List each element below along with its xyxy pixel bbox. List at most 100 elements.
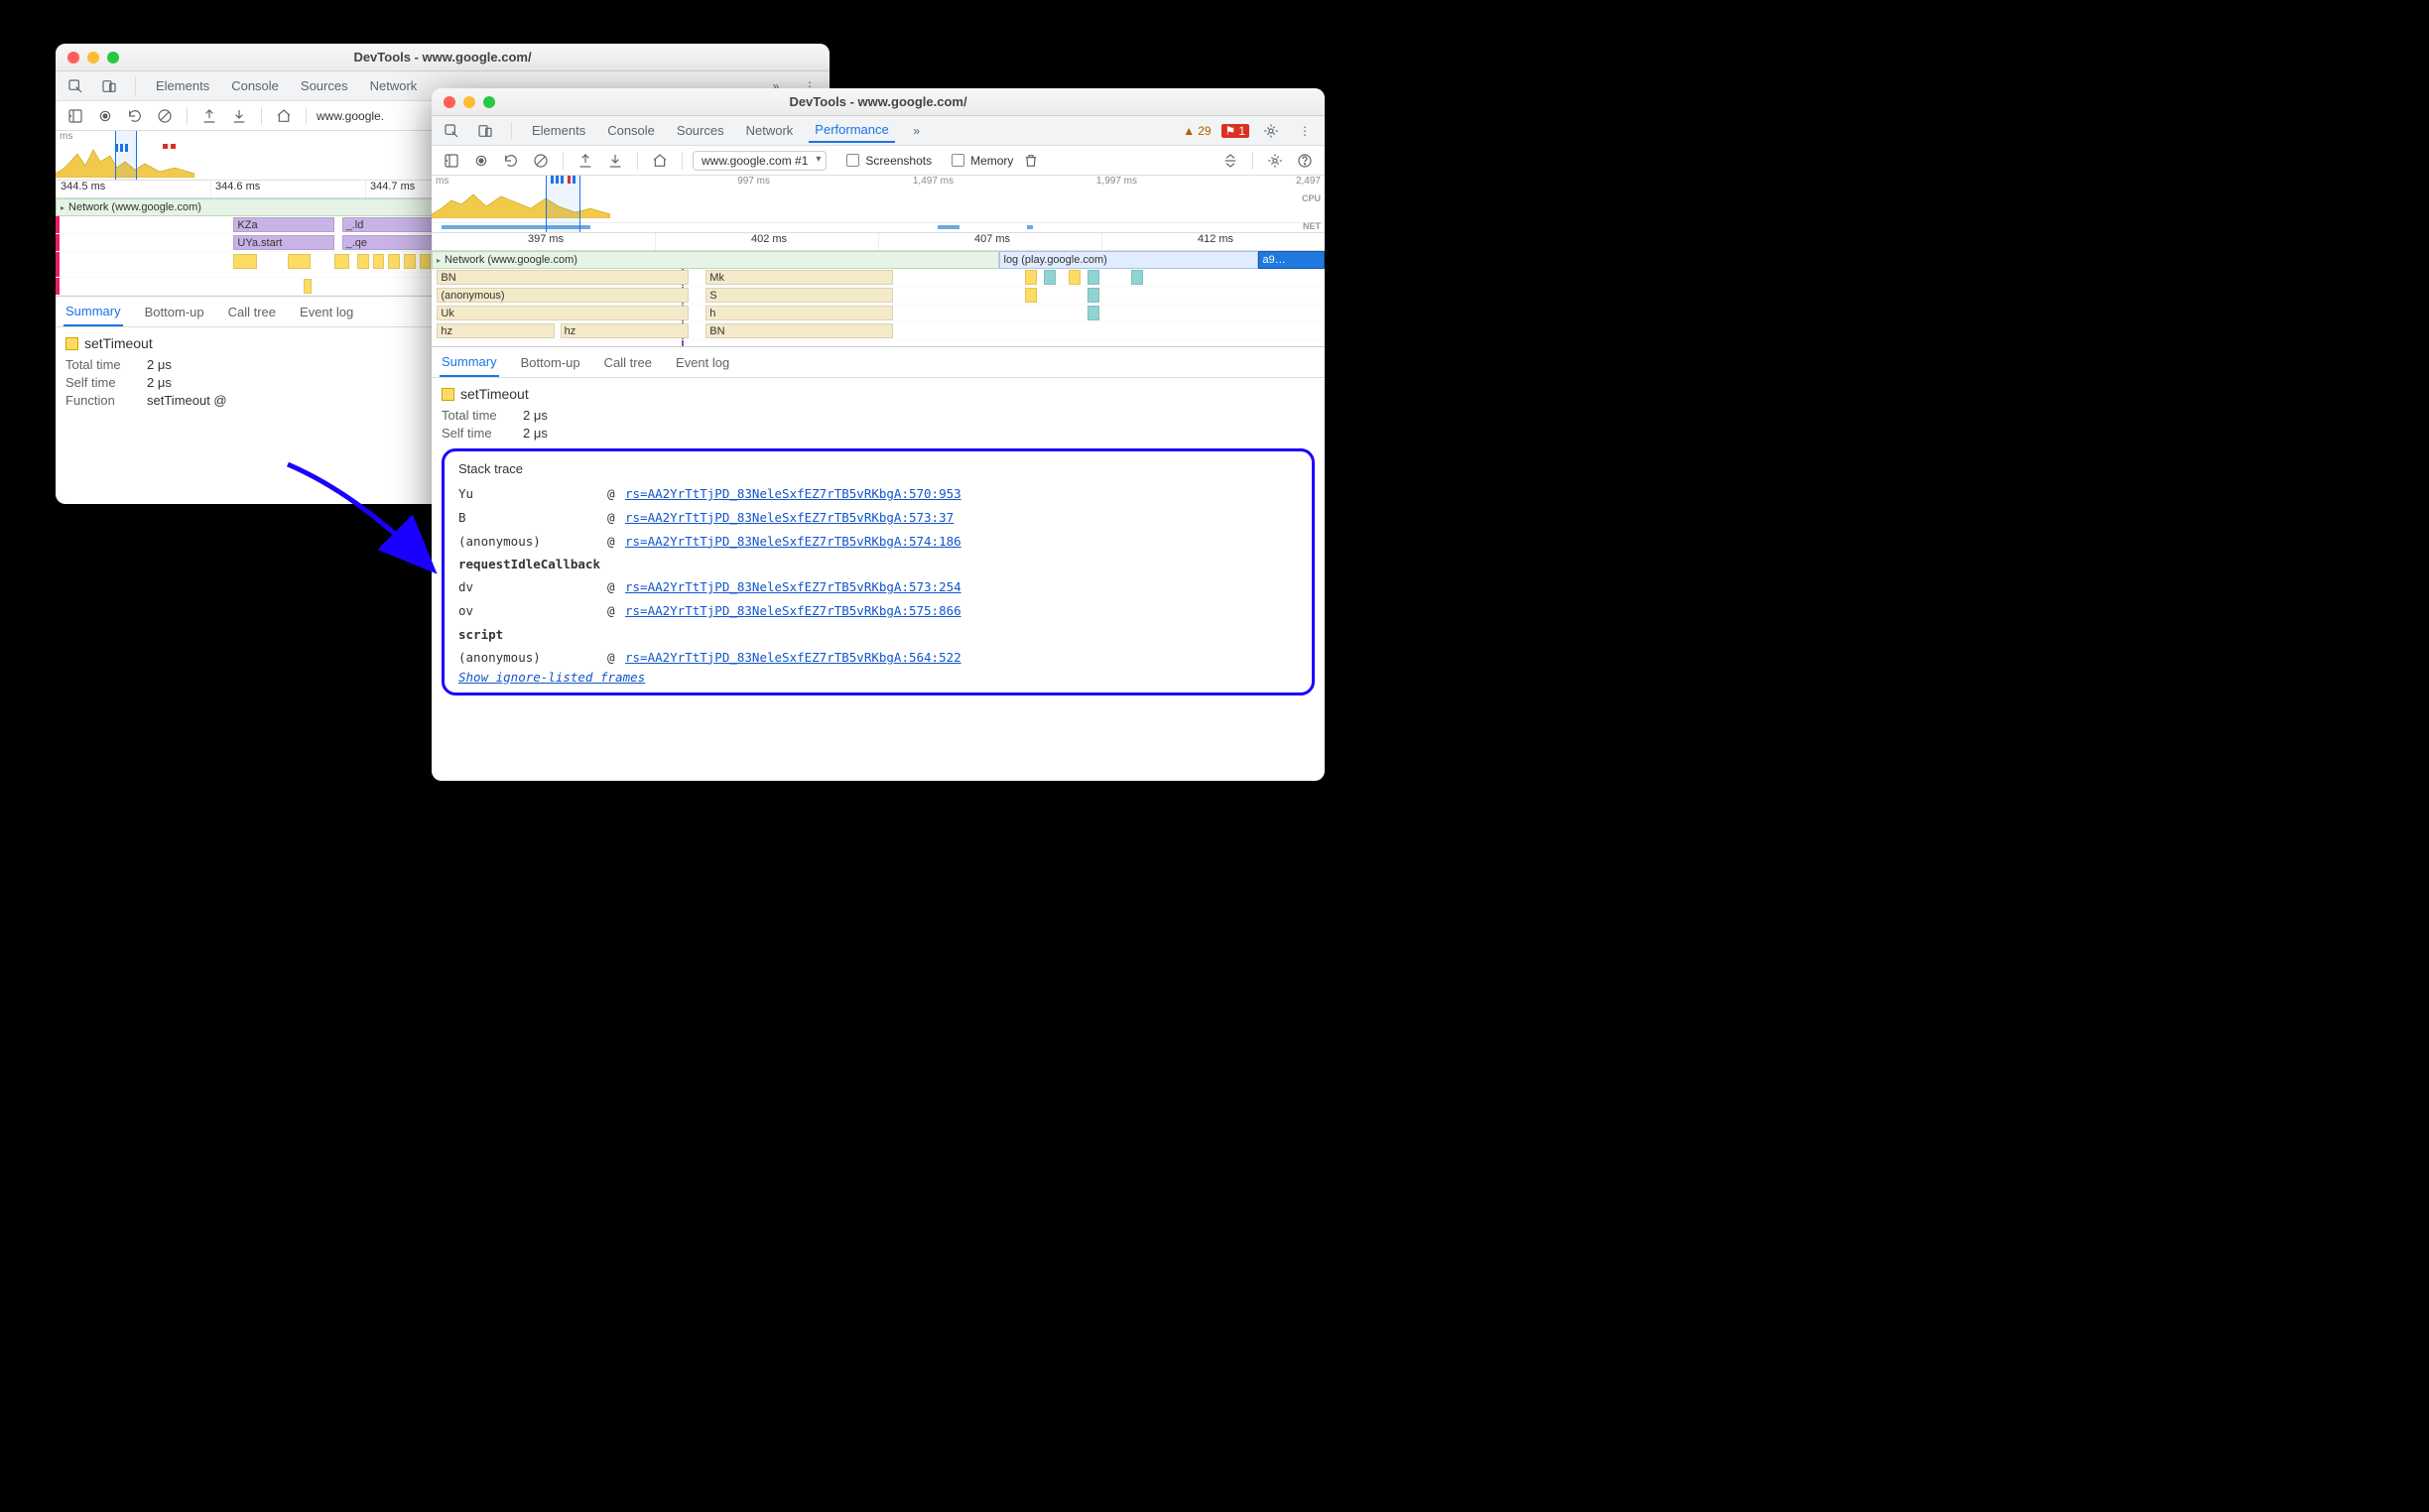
record-icon[interactable] xyxy=(469,149,493,173)
tab-network[interactable]: Network xyxy=(364,74,424,97)
reload-icon[interactable] xyxy=(123,104,147,128)
flame-block[interactable] xyxy=(233,254,256,269)
minimize-icon[interactable] xyxy=(463,96,475,108)
upload-icon[interactable] xyxy=(574,149,597,173)
network-lane[interactable]: ▸Network (www.google.com) xyxy=(432,251,999,269)
clear-icon[interactable] xyxy=(529,149,553,173)
flame-block[interactable] xyxy=(304,279,312,294)
stack-trace-title: Stack trace xyxy=(458,461,1298,476)
tick: 2,497 xyxy=(1141,176,1325,188)
dtab-eventlog[interactable]: Event log xyxy=(674,349,731,376)
home-icon[interactable] xyxy=(648,149,672,173)
flame-block[interactable] xyxy=(288,254,311,269)
inspect-icon[interactable] xyxy=(440,119,463,143)
screenshots-checkbox[interactable] xyxy=(846,154,859,167)
flame-block[interactable] xyxy=(420,254,432,269)
close-icon[interactable] xyxy=(67,52,79,63)
event-name: setTimeout xyxy=(84,335,153,351)
flame-block[interactable] xyxy=(1069,270,1082,285)
dtab-calltree[interactable]: Call tree xyxy=(602,349,654,376)
gear-icon[interactable] xyxy=(1263,149,1287,173)
minimize-icon[interactable] xyxy=(87,52,99,63)
flame-block[interactable] xyxy=(357,254,369,269)
flame-block[interactable] xyxy=(404,254,416,269)
home-icon[interactable] xyxy=(272,104,296,128)
trash-icon[interactable] xyxy=(1019,149,1043,173)
help-icon[interactable] xyxy=(1293,149,1317,173)
dtab-summary[interactable]: Summary xyxy=(440,348,499,377)
tab-sources[interactable]: Sources xyxy=(295,74,354,97)
zoom-icon[interactable] xyxy=(483,96,495,108)
flame-block[interactable]: KZa xyxy=(233,217,333,232)
flame-block[interactable] xyxy=(1131,270,1144,285)
flame-block[interactable]: BN xyxy=(437,270,689,285)
flame-block[interactable]: S xyxy=(705,288,893,303)
flame-block[interactable] xyxy=(1044,270,1057,285)
flame-block[interactable]: Mk xyxy=(705,270,893,285)
close-icon[interactable] xyxy=(444,96,455,108)
flame-chart[interactable]: BN (anonymous) Uk hz hz Mk S xyxy=(432,269,1325,346)
tab-elements[interactable]: Elements xyxy=(526,119,591,142)
flame-block[interactable] xyxy=(1025,270,1038,285)
dtab-calltree[interactable]: Call tree xyxy=(226,299,278,325)
flame-block[interactable] xyxy=(1087,306,1100,320)
selection-window[interactable] xyxy=(115,131,137,180)
dtab-eventlog[interactable]: Event log xyxy=(298,299,355,325)
flame-block[interactable]: _.qe xyxy=(342,235,443,250)
recording-select[interactable]: www.google.com #1 xyxy=(693,151,827,171)
flame-block[interactable] xyxy=(388,254,400,269)
tab-elements[interactable]: Elements xyxy=(150,74,215,97)
source-link[interactable]: rs=AA2YrTtTjPD_83NeleSxfEZ7rTB5vRKbgA:57… xyxy=(625,530,961,554)
toggle-sidebar-icon[interactable] xyxy=(440,149,463,173)
selection-window[interactable] xyxy=(546,176,580,232)
source-link[interactable]: rs=AA2YrTtTjPD_83NeleSxfEZ7rTB5vRKbgA:57… xyxy=(625,599,961,623)
flame-block[interactable]: hz xyxy=(437,323,555,338)
error-badge[interactable]: ⚑ 1 xyxy=(1221,124,1249,138)
download-icon[interactable] xyxy=(603,149,627,173)
show-ignore-listed-link[interactable]: Show ignore-listed frames xyxy=(458,670,645,685)
flame-block[interactable]: h xyxy=(705,306,893,320)
gear-icon[interactable] xyxy=(1259,119,1283,143)
flame-block[interactable]: BN xyxy=(705,323,893,338)
overflow-icon[interactable]: » xyxy=(905,119,929,143)
flame-block[interactable]: UYa.start xyxy=(233,235,333,250)
flame-block[interactable] xyxy=(1087,270,1100,285)
flame-block[interactable]: (anonymous) xyxy=(437,288,689,303)
source-link[interactable]: rs=AA2YrTtTjPD_83NeleSxfEZ7rTB5vRKbgA:57… xyxy=(625,482,961,506)
inspect-icon[interactable] xyxy=(64,74,87,98)
tab-console[interactable]: Console xyxy=(225,74,285,97)
tab-sources[interactable]: Sources xyxy=(671,119,730,142)
tab-performance[interactable]: Performance xyxy=(809,118,894,143)
source-link[interactable]: rs=AA2YrTtTjPD_83NeleSxfEZ7rTB5vRKbgA:57… xyxy=(625,506,954,530)
warning-badge[interactable]: ▲ 29 xyxy=(1183,124,1211,138)
upload-icon[interactable] xyxy=(197,104,221,128)
more-icon[interactable]: ⋮ xyxy=(1293,119,1317,143)
flame-block[interactable]: hz xyxy=(561,323,690,338)
source-link[interactable]: rs=AA2YrTtTjPD_83NeleSxfEZ7rTB5vRKbgA:56… xyxy=(625,646,961,670)
reload-icon[interactable] xyxy=(499,149,523,173)
download-icon[interactable] xyxy=(227,104,251,128)
flame-block[interactable]: Uk xyxy=(437,306,689,320)
timeline-overview[interactable]: ms 997 ms 1,497 ms 1,997 ms 2,497 CPU NE… xyxy=(432,176,1325,233)
flame-block[interactable] xyxy=(1025,288,1038,303)
tab-console[interactable]: Console xyxy=(601,119,661,142)
flame-block[interactable]: _.ld xyxy=(342,217,443,232)
device-icon[interactable] xyxy=(97,74,121,98)
toggle-sidebar-icon[interactable] xyxy=(64,104,87,128)
memory-checkbox[interactable] xyxy=(952,154,964,167)
record-icon[interactable] xyxy=(93,104,117,128)
source-link[interactable]: rs=AA2YrTtTjPD_83NeleSxfEZ7rTB5vRKbgA:57… xyxy=(625,575,961,599)
network-lane[interactable]: log (play.google.com) xyxy=(999,251,1258,269)
tab-network[interactable]: Network xyxy=(740,119,800,142)
flame-block[interactable] xyxy=(373,254,385,269)
network-lane[interactable]: a9… xyxy=(1258,251,1326,269)
clear-icon[interactable] xyxy=(153,104,177,128)
device-icon[interactable] xyxy=(473,119,497,143)
dtab-summary[interactable]: Summary xyxy=(64,298,123,326)
zoom-icon[interactable] xyxy=(107,52,119,63)
flame-block[interactable] xyxy=(1087,288,1100,303)
flame-block[interactable] xyxy=(334,254,350,269)
dtab-bottomup[interactable]: Bottom-up xyxy=(143,299,206,325)
collapse-icon[interactable] xyxy=(1218,149,1242,173)
dtab-bottomup[interactable]: Bottom-up xyxy=(519,349,582,376)
